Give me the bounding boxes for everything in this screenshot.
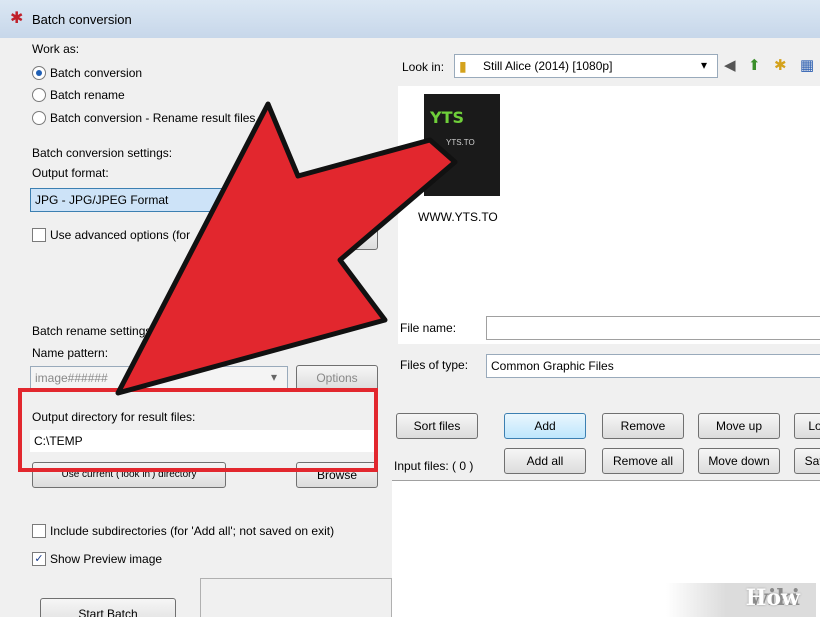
watermark-how: How <box>745 585 800 611</box>
pointer-arrow <box>115 101 458 396</box>
wikihow-watermark: wiki How <box>666 583 816 617</box>
arrow-shape <box>115 101 458 396</box>
screenshot-frame: ✱ Batch conversion Work as: Batch conver… <box>0 0 820 617</box>
